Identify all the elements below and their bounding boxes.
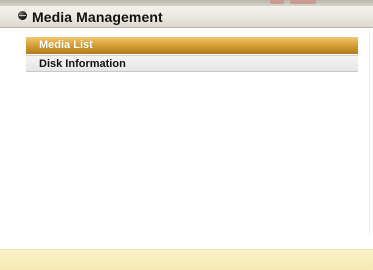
top-strip-accent <box>290 0 316 4</box>
media-management-screen: Media Management Media List Disk Informa… <box>0 0 373 270</box>
title-bar: Media Management <box>0 6 373 28</box>
bullet-icon <box>18 11 27 20</box>
footer-bar <box>0 249 373 270</box>
menu-item-disk-information[interactable]: Disk Information <box>26 55 358 72</box>
menu-item-label: Disk Information <box>39 58 126 70</box>
menu-item-media-list[interactable]: Media List <box>26 37 358 54</box>
top-strip-accent <box>270 0 284 4</box>
page-title: Media Management <box>32 9 163 25</box>
menu-panel: Media List Disk Information <box>4 29 370 234</box>
menu-item-label: Media List <box>39 39 93 51</box>
